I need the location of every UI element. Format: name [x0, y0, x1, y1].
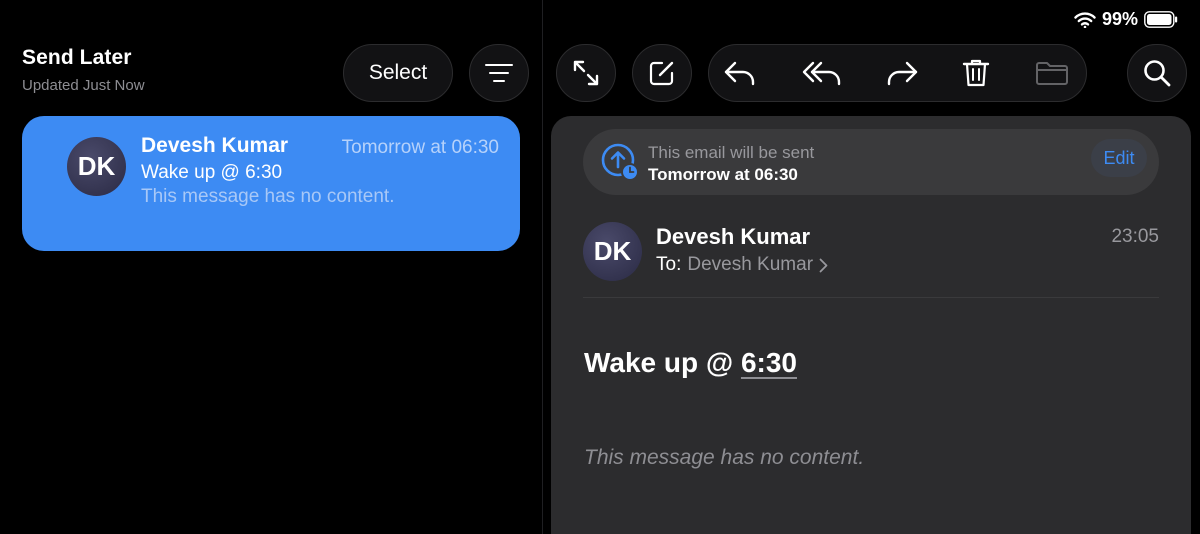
header-divider: [583, 297, 1159, 298]
list-item-time: Tomorrow at 06:30: [341, 137, 499, 158]
status-bar: 99%: [1074, 9, 1178, 30]
avatar: DK: [67, 137, 126, 196]
mailbox-title: Send Later: [22, 46, 132, 69]
trash-icon: [962, 59, 990, 87]
message-body: This message has no content.: [584, 446, 865, 469]
reply-icon: [724, 61, 755, 86]
list-item-subject: Wake up @ 6:30: [141, 162, 283, 183]
pane-divider: [542, 0, 543, 534]
schedule-label: This email will be sent: [648, 143, 815, 162]
scheduled-send-icon: [601, 143, 639, 181]
trash-button[interactable]: [951, 45, 1001, 101]
expand-icon: [573, 60, 599, 86]
list-item-preview: This message has no content.: [141, 186, 395, 207]
filter-button[interactable]: [469, 44, 529, 102]
search-icon: [1144, 60, 1171, 87]
sender-avatar: DK: [583, 222, 642, 281]
message-view: This email will be sent Tomorrow at 06:3…: [551, 116, 1191, 534]
move-to-folder-button[interactable]: [1027, 45, 1077, 101]
message-actions-group: [708, 44, 1087, 102]
schedule-time: Tomorrow at 06:30: [648, 165, 798, 184]
search-button[interactable]: [1127, 44, 1187, 102]
chevron-right-icon: [819, 258, 828, 272]
forward-button[interactable]: [877, 45, 927, 101]
send-later-banner: This email will be sent Tomorrow at 06:3…: [583, 129, 1159, 195]
battery-icon: [1144, 11, 1178, 28]
subject-text: Wake up @: [584, 347, 741, 378]
message-subject: Wake up @ 6:30: [584, 347, 797, 379]
subject-time-link[interactable]: 6:30: [741, 347, 797, 378]
mailbox-pane: Send Later Updated Just Now Select DK De…: [0, 0, 542, 534]
sender-name[interactable]: Devesh Kumar: [656, 224, 810, 250]
reply-all-icon: [802, 61, 841, 86]
recipients-row[interactable]: To: Devesh Kumar: [656, 254, 828, 276]
list-item[interactable]: DK Devesh Kumar Tomorrow at 06:30 Wake u…: [22, 116, 520, 251]
message-time: 23:05: [1111, 226, 1159, 247]
recipient-name[interactable]: Devesh Kumar: [687, 254, 813, 276]
compose-button[interactable]: [632, 44, 692, 102]
forward-icon: [887, 61, 918, 86]
edit-schedule-button[interactable]: Edit: [1091, 139, 1147, 177]
select-button[interactable]: Select: [343, 44, 453, 102]
list-item-sender: Devesh Kumar: [141, 134, 289, 157]
folder-icon: [1036, 62, 1068, 85]
battery-percentage: 99%: [1101, 9, 1138, 29]
mailbox-updated-status: Updated Just Now: [22, 77, 145, 94]
compose-icon: [649, 61, 674, 86]
expand-button[interactable]: [556, 44, 616, 102]
wifi-icon: [1074, 11, 1096, 28]
reply-all-button[interactable]: [795, 45, 851, 101]
to-label: To:: [656, 254, 682, 275]
filter-icon: [485, 64, 513, 82]
reply-button[interactable]: [715, 45, 765, 101]
